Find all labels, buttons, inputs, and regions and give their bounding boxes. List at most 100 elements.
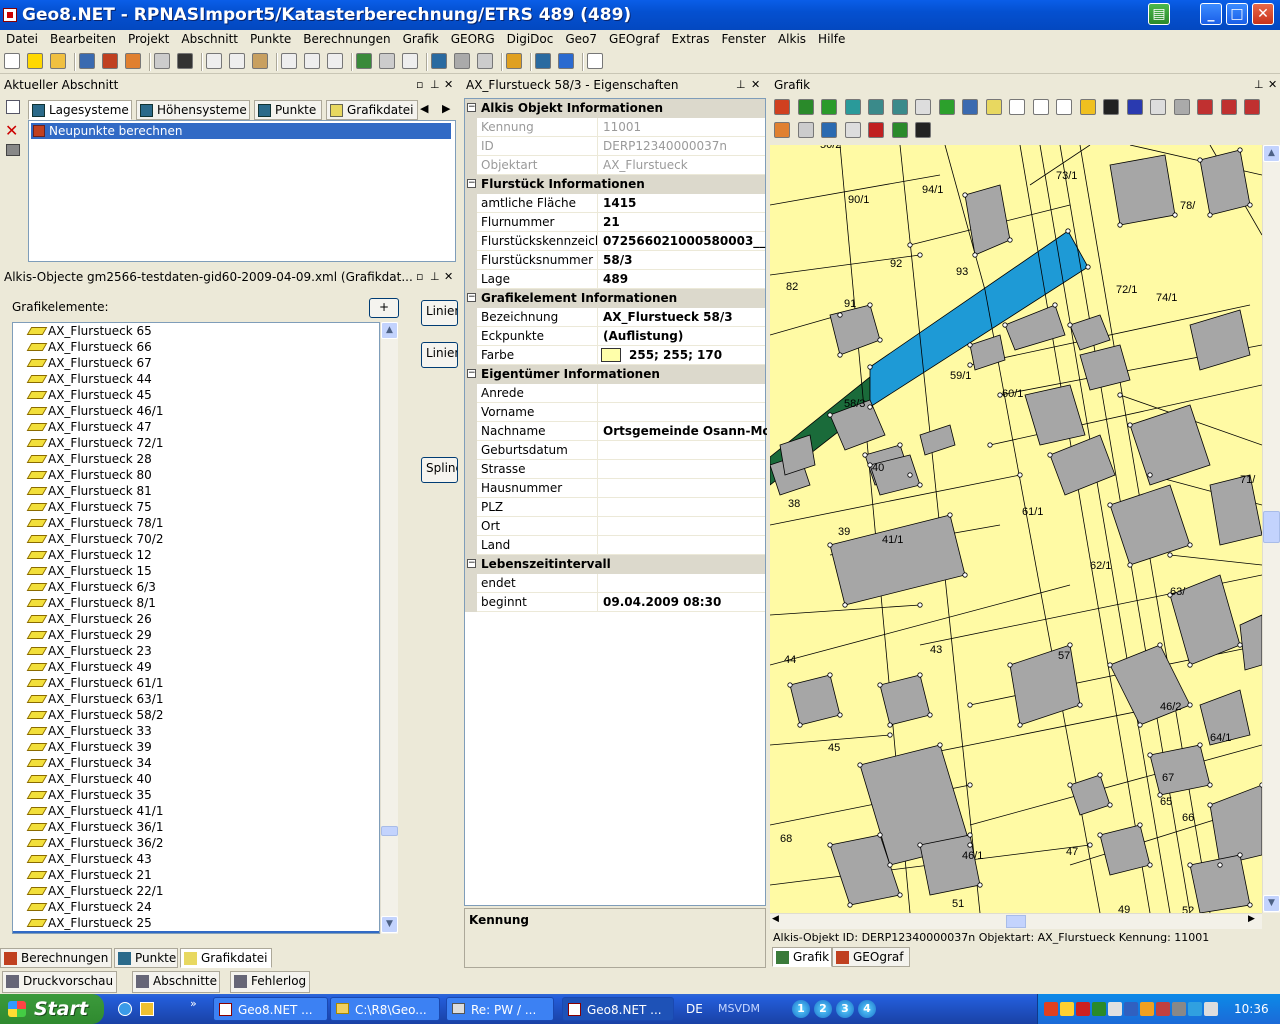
column-divider[interactable] bbox=[597, 536, 598, 555]
pn-text-icon[interactable] bbox=[1009, 99, 1025, 115]
vertex-point[interactable] bbox=[967, 832, 973, 838]
list-item[interactable]: AX_Flurstueck 26 bbox=[13, 611, 379, 627]
vertex-point[interactable] bbox=[1067, 322, 1073, 328]
list-item[interactable]: AX_Flurstueck 15 bbox=[13, 563, 379, 579]
vertex-point[interactable] bbox=[1127, 422, 1133, 428]
tab-grafikdatei[interactable]: Grafikdatei bbox=[326, 100, 418, 120]
property-row[interactable]: PLZ bbox=[477, 498, 765, 517]
property-row[interactable]: Vorname bbox=[477, 403, 765, 422]
maximize-button[interactable]: □ bbox=[1226, 3, 1248, 25]
book-orange-icon[interactable] bbox=[125, 53, 141, 69]
list-item[interactable]: AX_Flurstueck 36/1 bbox=[13, 819, 379, 835]
property-row[interactable]: Flurnummer 21 bbox=[477, 213, 765, 232]
tab-grafikdatei-bottom[interactable]: Grafikdatei bbox=[180, 948, 272, 968]
vertex-point[interactable] bbox=[1147, 752, 1153, 758]
printer-icon[interactable] bbox=[6, 144, 20, 156]
column-divider[interactable] bbox=[597, 593, 598, 612]
menu-item-4[interactable]: Punkte bbox=[244, 30, 297, 46]
vertex-point[interactable] bbox=[1197, 157, 1203, 163]
property-value[interactable]: 21 bbox=[603, 215, 767, 229]
property-row[interactable]: Objektart AX_Flurstueck bbox=[477, 156, 765, 175]
g-icon[interactable] bbox=[821, 122, 837, 138]
property-row[interactable]: ID DERP12340000037n bbox=[477, 137, 765, 156]
network-icon[interactable] bbox=[1173, 99, 1190, 115]
new-file-icon[interactable] bbox=[4, 53, 20, 69]
property-section[interactable]: − Alkis Objekt Informationen bbox=[465, 99, 765, 118]
menu-item-0[interactable]: Datei bbox=[0, 30, 44, 46]
vertex-point[interactable] bbox=[1002, 322, 1008, 328]
redraw-icon[interactable] bbox=[915, 99, 931, 115]
spline-button[interactable]: Spline bbox=[421, 457, 458, 483]
property-row[interactable]: Bezeichnung AX_Flurstueck 58/3 bbox=[477, 308, 765, 327]
vertex-point[interactable] bbox=[1137, 722, 1143, 728]
vertex-point[interactable] bbox=[1237, 852, 1243, 858]
list-item[interactable]: AX_Flurstueck 12 bbox=[13, 547, 379, 563]
tab-berechnungen[interactable]: Berechnungen bbox=[0, 948, 112, 968]
column-divider[interactable] bbox=[597, 403, 598, 422]
property-value[interactable]: AX_Flurstueck bbox=[603, 158, 767, 172]
vertex-point[interactable] bbox=[907, 242, 913, 248]
grafikelemente-list[interactable]: AX_Flurstueck 65 AX_Flurstueck 66 AX_Flurs… bbox=[12, 322, 380, 934]
property-row[interactable]: Farbe 255; 255; 170 bbox=[477, 346, 765, 365]
tray-icon[interactable] bbox=[1124, 1002, 1138, 1016]
scroll-thumb[interactable] bbox=[381, 826, 398, 836]
new-icon[interactable] bbox=[6, 100, 20, 114]
measure-icon[interactable] bbox=[431, 53, 447, 69]
tree-icon[interactable] bbox=[797, 99, 814, 115]
tray-icon[interactable] bbox=[1140, 1002, 1154, 1016]
vertex-point[interactable] bbox=[1007, 662, 1013, 668]
b-icon[interactable] bbox=[915, 122, 931, 138]
vertex-point[interactable] bbox=[847, 902, 853, 908]
tab-scroll-left-icon[interactable]: ◀ bbox=[420, 102, 428, 115]
yellow-layer-icon[interactable] bbox=[985, 99, 1002, 115]
collapse-icon[interactable]: − bbox=[467, 179, 476, 188]
vertex-point[interactable] bbox=[867, 404, 873, 410]
erase-icon[interactable] bbox=[1244, 99, 1260, 115]
pin-icon[interactable]: ⊥ bbox=[736, 78, 746, 91]
list-scrollbar[interactable]: ▲ ▼ bbox=[380, 322, 398, 934]
map-vscroll[interactable]: ▲ ▼ bbox=[1262, 145, 1280, 913]
menu-item-8[interactable]: DigiDoc bbox=[501, 30, 560, 46]
add-button[interactable]: + bbox=[369, 298, 399, 318]
desktop-button[interactable]: 4 bbox=[858, 1000, 876, 1018]
property-row[interactable]: Land bbox=[477, 536, 765, 555]
vertex-point[interactable] bbox=[1137, 822, 1143, 828]
property-row[interactable]: amtliche Fläche 1415 bbox=[477, 194, 765, 213]
list-item[interactable]: AX_Flurstueck 81 bbox=[13, 483, 379, 499]
close-icon[interactable]: ✕ bbox=[444, 270, 454, 283]
line-icon[interactable] bbox=[1197, 99, 1213, 115]
tray-icon[interactable] bbox=[1044, 1002, 1058, 1016]
vertex-point[interactable] bbox=[1167, 552, 1173, 558]
find-icon[interactable] bbox=[327, 53, 343, 69]
menu-item-1[interactable]: Bearbeiten bbox=[44, 30, 122, 46]
menu-item-2[interactable]: Projekt bbox=[122, 30, 175, 46]
vertex-point[interactable] bbox=[877, 682, 883, 688]
vertex-point[interactable] bbox=[1187, 662, 1193, 668]
list-item[interactable]: AX_Flurstueck 28 bbox=[13, 451, 379, 467]
vertex-point[interactable] bbox=[887, 722, 893, 728]
vertex-point[interactable] bbox=[977, 882, 983, 888]
vertex-point[interactable] bbox=[1067, 782, 1073, 788]
printer-tray-icon[interactable]: ▤ bbox=[1148, 3, 1170, 25]
property-row[interactable]: Eckpunkte (Auflistung) bbox=[477, 327, 765, 346]
task-geo8-1[interactable]: Geo8.NET ... bbox=[213, 997, 328, 1021]
copy-icon[interactable] bbox=[229, 53, 245, 69]
list-item[interactable]: AX_Flurstueck 58/2 bbox=[13, 707, 379, 723]
vertex-point[interactable] bbox=[1107, 662, 1113, 668]
task-geo8-2[interactable]: Geo8.NET ... bbox=[562, 997, 674, 1021]
column-divider[interactable] bbox=[597, 384, 598, 403]
book-blue-icon[interactable] bbox=[79, 53, 95, 69]
list-item[interactable]: AX_Flurstueck 75 bbox=[13, 499, 379, 515]
list-item[interactable]: AX_Flurstueck 47 bbox=[13, 419, 379, 435]
vertex-point[interactable] bbox=[1127, 562, 1133, 568]
property-row[interactable]: Lage 489 bbox=[477, 270, 765, 289]
vertex-point[interactable] bbox=[837, 352, 843, 358]
property-row[interactable]: Hausnummer bbox=[477, 479, 765, 498]
color-swatch[interactable] bbox=[601, 348, 621, 362]
menu-item-13[interactable]: Alkis bbox=[772, 30, 812, 46]
quicklaunch-icon[interactable] bbox=[140, 1002, 154, 1016]
back-arrow-icon[interactable] bbox=[821, 99, 837, 115]
desktop-button[interactable]: 1 bbox=[792, 1000, 810, 1018]
vertex-point[interactable] bbox=[1117, 222, 1123, 228]
menu-item-10[interactable]: GEOgraf bbox=[603, 30, 665, 46]
